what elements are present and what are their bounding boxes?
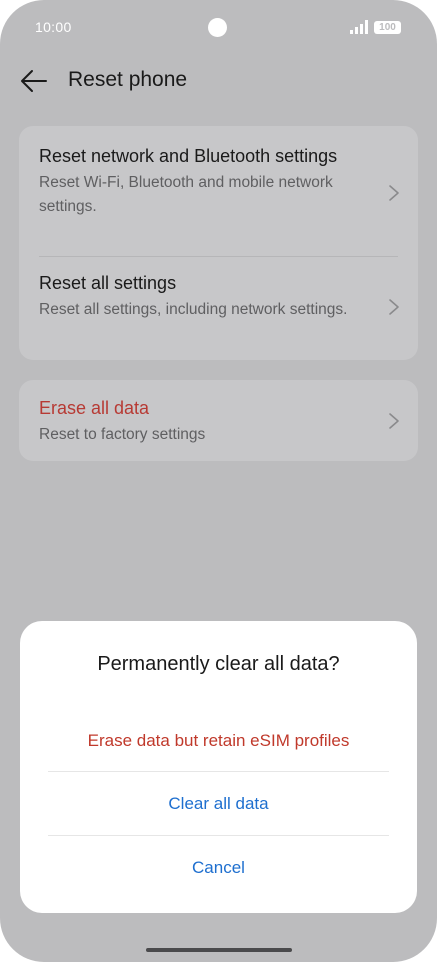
dialog-title: Permanently clear all data?	[97, 653, 340, 675]
chevron-right-icon	[389, 185, 399, 201]
camera-cutout-icon	[208, 18, 227, 37]
item-subtitle: Reset Wi-Fi, Bluetooth and mobile networ…	[39, 174, 333, 215]
chevron-right-icon	[389, 413, 399, 429]
arrow-left-icon	[21, 70, 47, 92]
cancel-button[interactable]: Cancel	[20, 858, 417, 878]
item-subtitle: Reset all settings, including network se…	[39, 301, 348, 318]
chevron-right-icon	[389, 299, 399, 315]
item-title: Erase all data	[39, 398, 150, 418]
page-title: Reset phone	[68, 68, 188, 91]
divider	[48, 771, 389, 772]
settings-card: Reset network and Bluetooth settings Res…	[19, 126, 418, 360]
status-time: 10:00	[35, 19, 72, 35]
signal-icon	[350, 20, 368, 34]
erase-all-data-item[interactable]: Erase all data Reset to factory settings	[39, 394, 379, 447]
battery-icon: 100	[374, 21, 401, 34]
divider	[39, 256, 398, 257]
back-button[interactable]	[18, 66, 50, 96]
item-title: Reset network and Bluetooth settings	[39, 146, 338, 166]
reset-all-settings-item[interactable]: Reset all settings Reset all settings, i…	[39, 269, 379, 322]
confirm-dialog: Permanently clear all data? Erase data b…	[20, 621, 417, 913]
clear-all-data-button[interactable]: Clear all data	[20, 794, 417, 814]
item-title: Reset all settings	[39, 273, 177, 293]
erase-card: Erase all data Reset to factory settings	[19, 380, 418, 461]
item-subtitle: Reset to factory settings	[39, 426, 206, 443]
home-indicator[interactable]	[146, 948, 292, 952]
divider	[48, 835, 389, 836]
reset-network-bluetooth-item[interactable]: Reset network and Bluetooth settings Res…	[39, 142, 379, 219]
phone-screen: 10:00 100 Reset phone Reset network and …	[0, 0, 437, 962]
erase-retain-esim-button[interactable]: Erase data but retain eSIM profiles	[20, 731, 417, 751]
